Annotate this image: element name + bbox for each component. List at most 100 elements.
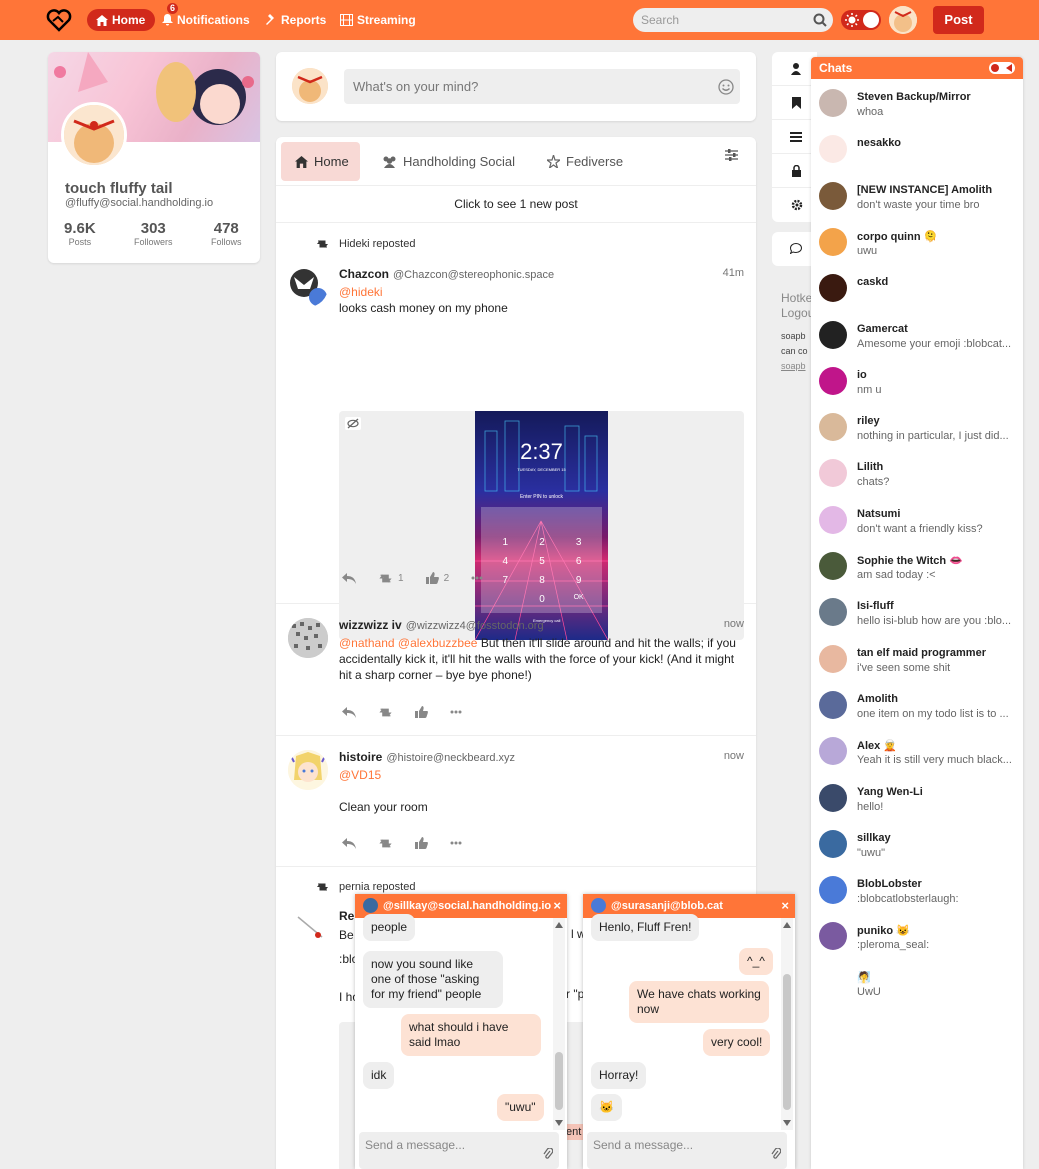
scroll-up-icon[interactable] — [783, 922, 791, 928]
followers-stat[interactable]: 303 Followers — [134, 220, 173, 247]
close-icon[interactable]: × — [553, 894, 561, 918]
chat-list-item[interactable]: Yang Wen-Li hello! — [811, 780, 1023, 826]
repeat-button[interactable]: 1 — [378, 573, 404, 584]
chat-list-item[interactable]: Lilith chats? — [811, 455, 1023, 501]
tab-handholding-social[interactable]: Handholding Social — [382, 142, 515, 181]
nav-streaming-button[interactable]: Streaming — [340, 9, 416, 31]
tab-home[interactable]: Home — [281, 142, 360, 181]
tab-fediverse[interactable]: Fediverse — [547, 142, 623, 181]
repeat-count: 1 — [398, 572, 404, 584]
post-author[interactable]: Chazcon @Chazcon@stereophonic.space — [339, 267, 554, 281]
chat-list-item[interactable]: Gamercat Amesome your emoji :blobcat... — [811, 317, 1023, 363]
chat-name: BlobLobster — [857, 878, 922, 891]
scroll-down-icon[interactable] — [783, 1120, 791, 1126]
post-author-name[interactable]: Re — [339, 909, 354, 923]
search-icon[interactable] — [813, 13, 827, 27]
chat-name: Sophie the Witch 👄 — [857, 555, 963, 567]
like-button[interactable] — [415, 706, 428, 718]
paperclip-icon[interactable] — [543, 1148, 553, 1160]
chat-list-item[interactable]: caskd — [811, 270, 1023, 316]
repeat-button[interactable] — [378, 838, 393, 849]
scrollbar-thumb[interactable] — [783, 974, 791, 1110]
repeat-button[interactable] — [378, 707, 393, 718]
paperclip-icon[interactable] — [771, 1148, 781, 1160]
eye-slash-icon[interactable] — [345, 417, 361, 430]
reply-button[interactable] — [342, 572, 356, 584]
composer-input[interactable]: What's on your mind? — [344, 69, 740, 104]
post-author[interactable]: histoire @histoire@neckbeard.xyz — [339, 750, 515, 764]
post-time[interactable]: now — [724, 750, 744, 762]
like-button[interactable]: 2 — [425, 572, 449, 584]
profile-name[interactable]: touch fluffy tail — [65, 180, 173, 197]
network-icon — [547, 155, 560, 168]
chat-list-item[interactable]: BlobLobster:blobcatlobsterlaugh: — [811, 872, 1023, 918]
logout-link[interactable]: Logou — [781, 306, 814, 320]
lock-icon — [792, 165, 801, 177]
chat-list-item[interactable]: tan elf maid programmer i've seen some sh… — [811, 641, 1023, 687]
chat-list-item[interactable]: riley nothing in particular, I just did..… — [811, 409, 1023, 455]
logo-icon[interactable] — [46, 8, 72, 32]
user-avatar[interactable] — [889, 6, 917, 34]
chat-name: Yang Wen-Li — [857, 785, 923, 798]
emoji-picker-icon[interactable] — [718, 79, 734, 95]
toggle-knob — [991, 64, 999, 72]
more-options-icon[interactable] — [450, 841, 462, 845]
chats-header[interactable]: Chats — [811, 57, 1023, 79]
profile-avatar[interactable] — [61, 102, 127, 168]
scroll-down-icon[interactable] — [555, 1120, 563, 1126]
post-author[interactable]: wizzwizz iv @wizzwizz4@fosstodon.org — [339, 618, 544, 632]
post-time[interactable]: 41m — [723, 267, 744, 279]
more-options-icon[interactable] — [471, 576, 483, 580]
chat-list-item[interactable]: corpo quinn 🫠 uwu — [811, 224, 1023, 270]
post-avatar[interactable] — [288, 618, 328, 658]
chat-list-item[interactable]: Amolith one item on my todo list is to ..… — [811, 687, 1023, 733]
like-button[interactable] — [415, 837, 428, 849]
chat-list-item[interactable]: Sophie the Witch 👄 am sad today :< — [811, 548, 1023, 594]
post-button[interactable]: Post — [933, 6, 984, 34]
footer-link[interactable]: soapb — [781, 361, 806, 371]
post-avatar[interactable] — [288, 907, 328, 947]
chat-list-item[interactable]: Isi-fluff hello isi-blub how are you :blo… — [811, 594, 1023, 640]
close-icon[interactable]: × — [781, 894, 789, 918]
chat-list-item[interactable]: io nm u — [811, 363, 1023, 409]
chat-list-item[interactable]: 🧖 UwU — [811, 965, 1023, 1011]
post-avatar[interactable] — [288, 267, 328, 307]
theme-toggle[interactable] — [841, 10, 881, 30]
scroll-up-icon[interactable] — [555, 922, 563, 928]
reply-button[interactable] — [342, 837, 356, 849]
chat-name: Amolith — [857, 692, 898, 705]
chat-list-item[interactable]: [NEW INSTANCE] Amolith don't waste your t… — [811, 178, 1023, 224]
search-input[interactable]: Search — [633, 8, 833, 32]
chat-last-message: "uwu" — [857, 846, 885, 859]
more-options-icon[interactable] — [450, 710, 462, 714]
chat-list-item[interactable]: Alex 🧝 Yeah it is still very much black..… — [811, 733, 1023, 779]
chat-list-item[interactable]: sillkay "uwu" — [811, 826, 1023, 872]
chat-list-item[interactable]: puniko 😺:pleroma_seal: — [811, 918, 1023, 964]
post-mention[interactable]: @hideki — [339, 284, 744, 300]
posts-stat[interactable]: 9.6K Posts — [64, 220, 96, 247]
nav-reports-button[interactable]: Reports — [265, 9, 326, 31]
nav-home-button[interactable]: Home — [87, 9, 155, 31]
chat-scrollbar[interactable] — [553, 918, 565, 1130]
post-time[interactable]: now — [724, 618, 744, 630]
hotkeys-link[interactable]: Hotke — [781, 291, 812, 305]
post-avatar[interactable] — [288, 750, 328, 790]
chat-message-input[interactable]: Send a message... — [587, 1132, 787, 1169]
scrollbar-thumb[interactable] — [555, 1052, 563, 1110]
new-posts-banner[interactable]: Click to see 1 new post — [276, 186, 756, 223]
sliders-icon[interactable] — [725, 149, 738, 161]
follows-stat[interactable]: 478 Follows — [211, 220, 242, 247]
chat-scrollbar[interactable] — [781, 918, 793, 1130]
chat-name: corpo quinn 🫠 — [857, 230, 938, 243]
chat-list-item[interactable]: nesakko — [811, 131, 1023, 177]
chat-avatar — [819, 968, 847, 997]
chat-message-input[interactable]: Send a message... — [359, 1132, 559, 1169]
chat-list-item[interactable]: Natsumi don't want a friendly kiss? — [811, 502, 1023, 548]
post-actions — [342, 837, 462, 849]
chats-toggle[interactable] — [989, 62, 1015, 74]
chats-title: Chats — [819, 61, 853, 75]
post-mention[interactable]: @nathand @alexbuzzbee — [339, 636, 477, 650]
chat-list-item[interactable]: Steven Backup/Mirror whoa — [811, 85, 1023, 131]
post-mention[interactable]: @VD15 — [339, 767, 744, 783]
reply-button[interactable] — [342, 706, 356, 718]
